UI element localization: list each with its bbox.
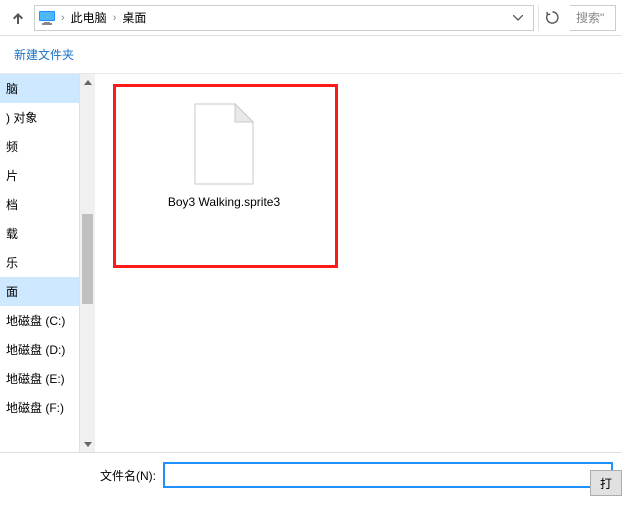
pc-icon [39,11,55,25]
scroll-down-button[interactable] [80,436,95,452]
sidebar: 脑) 对象频片档载乐面 地磁盘 (C:) 地磁盘 (D:) 地磁盘 (E:) 地… [0,74,95,452]
file-icon [191,102,257,186]
address-dropdown-button[interactable] [507,6,529,30]
search-placeholder: 搜索" [576,9,604,26]
breadcrumb: › 此电脑 › 桌面 [61,9,501,26]
breadcrumb-part[interactable]: 此电脑 [71,9,107,26]
breadcrumb-sep: › [113,12,117,24]
refresh-icon [545,10,560,25]
nav-up-button[interactable] [6,6,30,30]
search-input[interactable]: 搜索" [570,5,616,31]
scroll-up-button[interactable] [80,74,95,90]
arrow-up-icon [10,10,26,26]
open-button[interactable]: 打 [590,470,622,496]
chevron-down-icon [84,442,92,447]
chevron-up-icon [84,80,92,85]
scroll-thumb[interactable] [82,214,93,304]
filename-input[interactable] [164,463,612,487]
open-button-label: 打 [600,475,612,492]
filename-label: 文件名(N): [100,467,156,484]
file-label: Boy3 Walking.sprite3 [149,194,299,211]
chevron-down-icon [513,15,523,21]
refresh-button[interactable] [538,5,566,31]
new-folder-button[interactable]: 新建文件夹 [14,48,74,62]
file-item[interactable]: Boy3 Walking.sprite3 [149,102,299,211]
file-pane[interactable]: Boy3 Walking.sprite3 [95,74,622,452]
breadcrumb-sep: › [61,12,65,24]
breadcrumb-part[interactable]: 桌面 [122,9,146,26]
address-bar[interactable]: › 此电脑 › 桌面 [34,5,534,31]
sidebar-scrollbar[interactable] [79,74,95,452]
